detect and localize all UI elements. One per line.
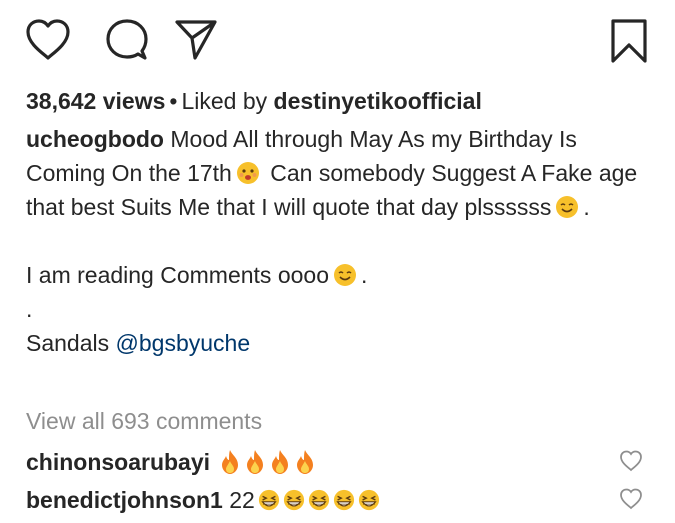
fire-emoji-icon [272, 450, 289, 474]
caption-mention-link[interactable]: @bgsbyuche [116, 330, 251, 356]
comment-username[interactable]: chinonsoarubayi [26, 449, 210, 475]
post-action-bar [22, 18, 653, 64]
comment-text: 22 [229, 487, 255, 513]
paper-plane-icon[interactable] [173, 18, 219, 62]
views-liked-by-row: 38,642 views • Liked by destinyetikooffici… [26, 88, 482, 115]
grinning-squint-emoji-icon [308, 489, 329, 511]
comment-emoji-group [255, 487, 380, 513]
flushed-emoji-icon [236, 162, 259, 184]
comment-username[interactable]: benedictjohnson1 [26, 487, 223, 513]
caption-username[interactable]: ucheogbodo [26, 126, 164, 152]
smiling-emoji-icon [334, 264, 356, 286]
smiling-emoji-icon [556, 196, 579, 218]
caption-text-2: I am reading Comments oooo [26, 262, 329, 288]
grinning-squint-emoji-icon [333, 489, 354, 511]
caption-sandals-label: Sandals [26, 330, 110, 356]
grinning-squint-emoji-icon [258, 489, 279, 511]
grinning-squint-emoji-icon [358, 489, 379, 511]
post-caption: ucheogbodo Mood All through May As my Bi… [26, 122, 651, 360]
view-all-comments-link[interactable]: View all 693 comments [26, 408, 262, 435]
comment-row: benedictjohnson1 22 [26, 482, 649, 518]
caption-period-1: . [583, 194, 590, 220]
separator-dot: • [169, 88, 178, 114]
liked-by-label: Liked by [181, 88, 268, 114]
heart-icon[interactable] [24, 18, 72, 62]
fire-emoji-icon [297, 450, 314, 474]
comment-emoji-group [216, 449, 316, 475]
liked-by-user[interactable]: destinyetikoofficial [274, 88, 482, 114]
fire-emoji-icon [222, 450, 239, 474]
bookmark-icon[interactable] [609, 18, 649, 64]
comment-row: chinonsoarubayi [26, 444, 649, 480]
comment-icon[interactable] [104, 18, 150, 62]
caption-period-2: . [361, 262, 368, 288]
comment-like-heart-icon[interactable] [619, 488, 643, 516]
grinning-squint-emoji-icon [283, 489, 304, 511]
views-count[interactable]: 38,642 views [26, 88, 165, 114]
caption-dot-line: . [26, 296, 33, 322]
comment-like-heart-icon[interactable] [619, 450, 643, 478]
fire-emoji-icon [247, 450, 264, 474]
